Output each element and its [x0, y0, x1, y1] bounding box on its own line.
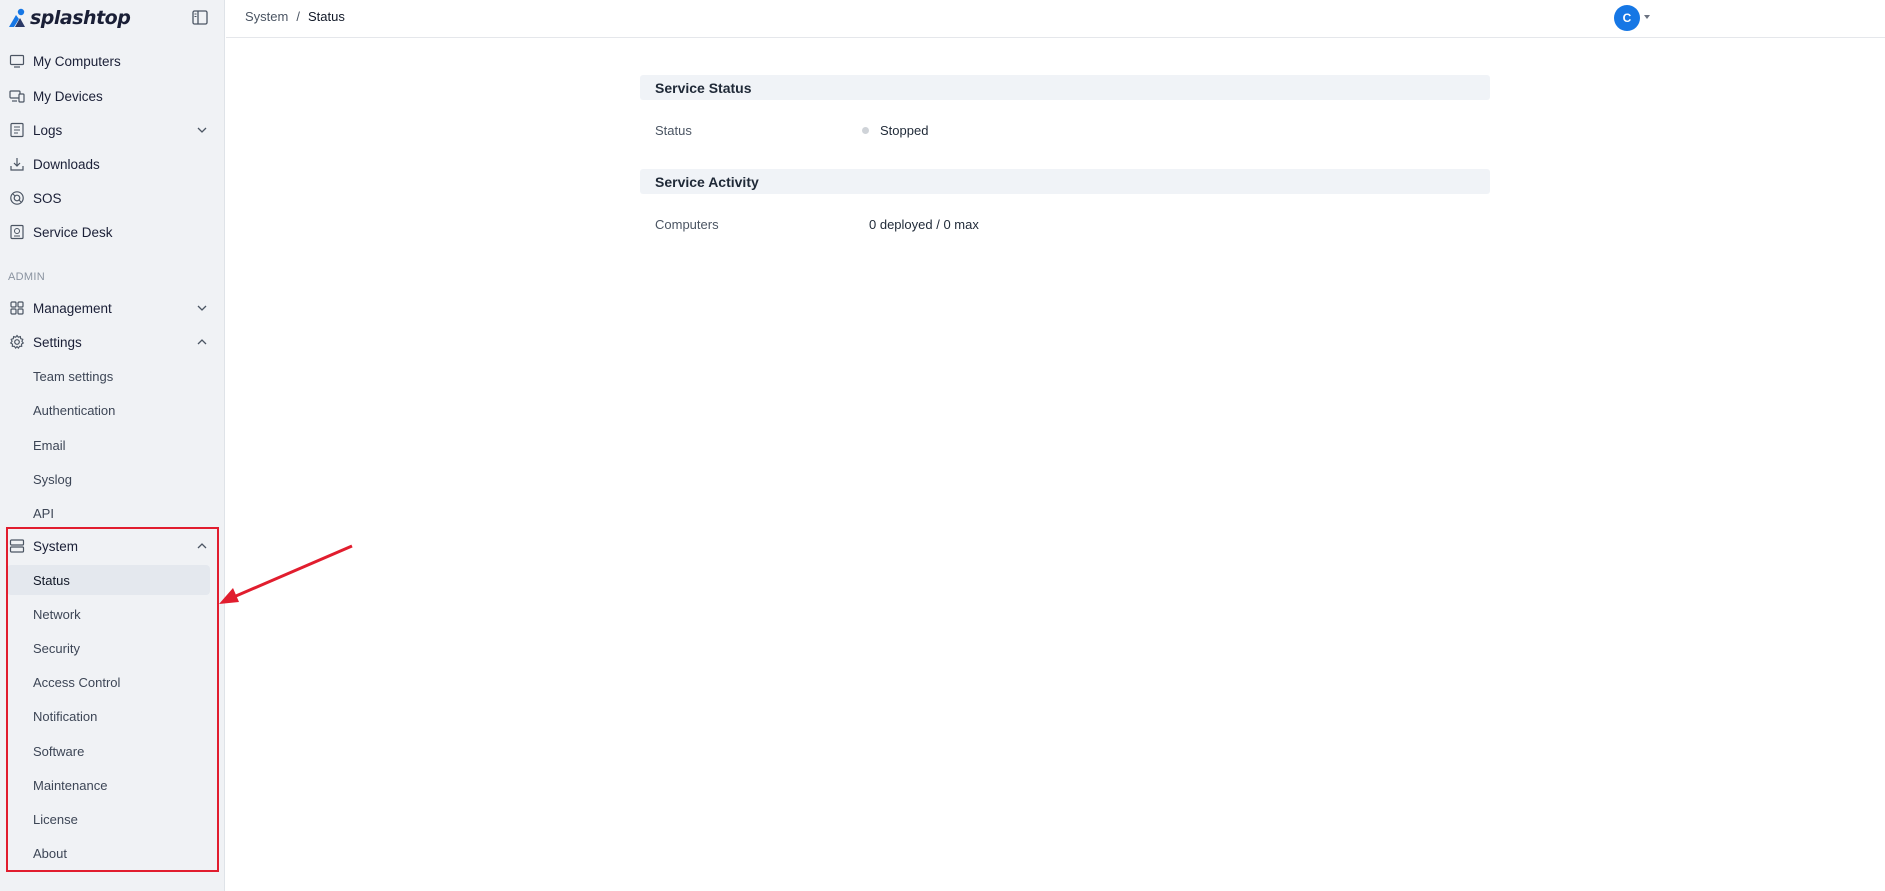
brand-name: splashtop [30, 7, 131, 29]
sidebar-item-label: Logs [33, 122, 63, 138]
splashtop-logo-icon [9, 8, 25, 27]
breadcrumb-parent[interactable]: System [245, 9, 288, 24]
computers-value: 0 deployed / 0 max [869, 217, 979, 232]
sidebar-subitem-syslog[interactable]: Syslog [0, 464, 225, 494]
computers-label: Computers [655, 217, 719, 232]
sidebar-collapse-icon[interactable] [192, 10, 208, 25]
breadcrumb-current: Status [307, 9, 345, 24]
sidebar-item-label: Downloads [33, 156, 100, 172]
user-avatar[interactable]: C [1614, 5, 1640, 31]
sidebar-subitem-api[interactable]: API [0, 498, 225, 528]
sidebar-item-label: Management [33, 300, 112, 316]
sidebar-subitem-label: Syslog [33, 471, 73, 487]
status-dot-icon [862, 127, 869, 134]
sidebar-subitem-label: Email [33, 437, 66, 453]
sidebar-item-label: My Devices [33, 88, 103, 104]
sidebar-subitem-team-settings[interactable]: Team settings [0, 361, 225, 391]
breadcrumb-separator: / [296, 9, 300, 24]
status-label: Status [655, 123, 692, 138]
download-icon [8, 155, 26, 173]
sidebar-item-label: Settings [33, 334, 82, 350]
sidebar-item-label: Service Desk [33, 224, 113, 240]
sidebar-item-service-desk[interactable]: Service Desk [0, 216, 225, 248]
sidebar-subitem-label: API [33, 505, 54, 521]
admin-section-label: ADMIN [8, 271, 45, 283]
sidebar-item-label: My Computers [33, 53, 121, 69]
chevron-up-icon [197, 339, 207, 345]
sos-icon [8, 189, 26, 207]
brand-logo[interactable]: splashtop [0, 0, 224, 36]
sidebar-item-management[interactable]: Management [0, 292, 225, 324]
annotation-arrow-icon [219, 544, 353, 604]
sidebar-item-settings[interactable]: Settings [0, 326, 225, 358]
sidebar-subitem-authentication[interactable]: Authentication [0, 395, 225, 425]
highlight-box [6, 527, 219, 872]
sidebar-item-my-computers[interactable]: My Computers [0, 45, 225, 77]
status-value: Stopped [880, 123, 929, 138]
monitor-icon [8, 52, 26, 70]
devices-icon [8, 87, 26, 105]
sidebar-item-label: SOS [33, 190, 62, 206]
caret-down-icon[interactable] [1644, 15, 1650, 19]
gear-icon [8, 333, 26, 351]
chevron-down-icon [197, 127, 207, 133]
service-desk-icon [8, 223, 26, 241]
sidebar-item-downloads[interactable]: Downloads [0, 148, 225, 180]
sidebar-item-my-devices[interactable]: My Devices [0, 80, 225, 112]
sidebar-subitem-email[interactable]: Email [0, 430, 225, 460]
grid-icon [8, 299, 26, 317]
chevron-down-icon [197, 305, 207, 311]
service-status-header: Service Status [640, 75, 1490, 100]
sidebar-subitem-label: Team settings [33, 368, 114, 384]
breadcrumb: System / Status [245, 9, 345, 24]
logs-icon [8, 121, 26, 139]
sidebar-item-sos[interactable]: SOS [0, 182, 225, 214]
sidebar-subitem-label: Authentication [33, 402, 116, 418]
service-activity-header: Service Activity [640, 169, 1490, 194]
sidebar-item-logs[interactable]: Logs [0, 114, 225, 146]
